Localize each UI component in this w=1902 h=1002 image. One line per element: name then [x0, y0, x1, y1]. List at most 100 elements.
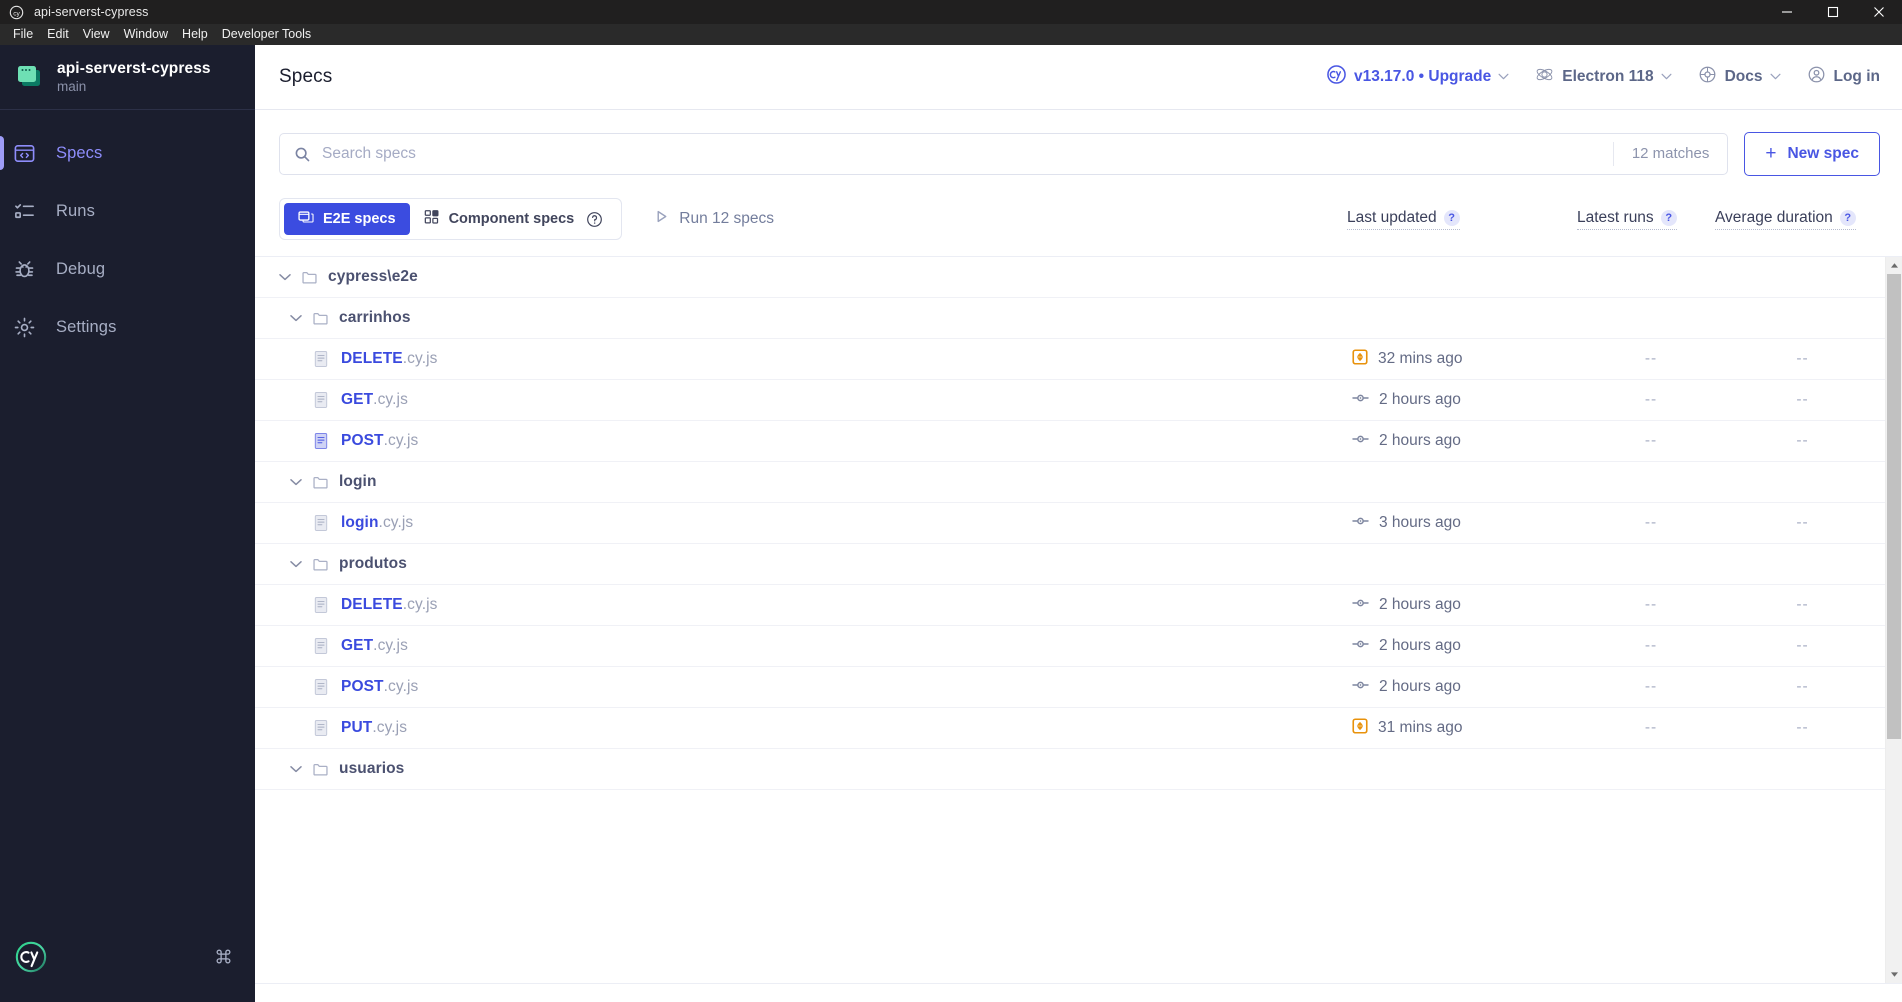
column-last-updated[interactable]: Last updated ?: [1347, 209, 1460, 230]
page-title: Specs: [279, 66, 333, 87]
scrollbar-thumb[interactable]: [1887, 274, 1901, 739]
header-links: v13.17.0 • Upgrade Electron 118 Docs Log…: [1327, 65, 1880, 89]
spec-list-scrollbar[interactable]: [1885, 257, 1902, 983]
menu-window[interactable]: Window: [117, 25, 175, 44]
minimize-button[interactable]: [1764, 0, 1810, 24]
menu-view[interactable]: View: [76, 25, 117, 44]
spec-file-row[interactable]: GET.cy.js 2 hours ago -- --: [255, 626, 1885, 667]
scroll-down-arrow-icon[interactable]: [1886, 966, 1902, 983]
column-average-duration[interactable]: Average duration ?: [1715, 209, 1856, 230]
search-input[interactable]: [311, 145, 1613, 163]
chevron-down-icon[interactable]: [279, 273, 301, 281]
match-count: 12 matches: [1612, 142, 1728, 166]
specs-code-window-icon: [13, 142, 43, 165]
cell-average-duration: --: [1796, 637, 1809, 654]
tab-component-label: Component specs: [448, 211, 575, 227]
column-latest-runs[interactable]: Latest runs ?: [1577, 209, 1677, 230]
cell-last-updated: 2 hours ago: [1352, 596, 1582, 615]
main-panel: Specs v13.17.0 • Upgrade Electron 118 Do…: [255, 45, 1902, 1002]
sidebar-item-settings[interactable]: Settings: [0, 298, 255, 356]
menu-developer-tools[interactable]: Developer Tools: [215, 25, 318, 44]
sidebar-item-specs[interactable]: Specs: [0, 124, 255, 182]
spec-file-row[interactable]: PUT.cy.js 31 mins ago -- --: [255, 708, 1885, 749]
run-all-specs-label: Run 12 specs: [679, 210, 775, 227]
search-field-wrapper[interactable]: 12 matches: [279, 133, 1729, 175]
folder-icon: [312, 310, 329, 327]
spec-file-icon: [313, 514, 329, 532]
maximize-button[interactable]: [1810, 0, 1856, 24]
spec-file-name[interactable]: GET.cy.js: [341, 637, 408, 655]
menu-edit[interactable]: Edit: [40, 25, 76, 44]
spec-file-row[interactable]: POST.cy.js 2 hours ago -- --: [255, 667, 1885, 708]
spec-directory-row[interactable]: cypress\e2e: [255, 257, 1885, 298]
sidebar-item-runs[interactable]: Runs: [0, 182, 255, 240]
login-label: Log in: [1833, 68, 1881, 85]
spec-file-name[interactable]: DELETE.cy.js: [341, 596, 438, 614]
sidebar-nav: Specs Runs Debug Settings: [0, 110, 255, 356]
spec-file-name[interactable]: GET.cy.js: [341, 391, 408, 409]
spec-file-row[interactable]: POST.cy.js 2 hours ago -- --: [255, 421, 1885, 462]
window-titlebar: cy api-serverst-cypress: [0, 0, 1902, 24]
column-headers: Last updated ? Latest runs ? Average dur…: [1347, 209, 1880, 230]
spec-file-row[interactable]: DELETE.cy.js 2 hours ago -- --: [255, 585, 1885, 626]
keyboard-command-icon[interactable]: [214, 947, 233, 971]
runs-list-icon: [13, 200, 43, 223]
chevron-down-icon[interactable]: [290, 314, 312, 322]
window-title: api-serverst-cypress: [34, 5, 149, 19]
component-blocks-icon: [424, 209, 440, 229]
chevron-down-icon[interactable]: [290, 478, 312, 486]
spec-file-name[interactable]: login.cy.js: [341, 514, 413, 532]
close-button[interactable]: [1856, 0, 1902, 24]
chevron-down-icon: [1498, 71, 1509, 83]
last-updated-value: 2 hours ago: [1379, 596, 1461, 613]
chevron-down-icon[interactable]: [290, 765, 312, 773]
spec-file-row[interactable]: DELETE.cy.js 32 mins ago -- --: [255, 339, 1885, 380]
cell-average-duration: --: [1796, 678, 1809, 695]
spec-file-icon: [313, 637, 329, 655]
last-updated-value: 3 hours ago: [1379, 514, 1461, 531]
play-triangle-icon: [654, 209, 669, 229]
cell-latest-runs: --: [1644, 596, 1658, 613]
spec-file-row[interactable]: GET.cy.js 2 hours ago -- --: [255, 380, 1885, 421]
chevron-down-icon[interactable]: [290, 560, 312, 568]
electron-icon: [1535, 65, 1554, 89]
run-all-specs-button[interactable]: Run 12 specs: [654, 209, 774, 229]
last-updated-value: 2 hours ago: [1379, 432, 1461, 449]
version-upgrade-link[interactable]: v13.17.0 • Upgrade: [1327, 65, 1509, 89]
help-circle-icon[interactable]: [586, 211, 603, 228]
main-header: Specs v13.17.0 • Upgrade Electron 118 Do…: [255, 45, 1902, 110]
directory-name: usuarios: [339, 760, 405, 777]
column-average-duration-label: Average duration: [1715, 208, 1833, 226]
help-circle-icon[interactable]: ?: [1839, 209, 1856, 226]
cypress-cy-logo-icon[interactable]: [14, 940, 48, 979]
spec-directory-row[interactable]: usuarios: [255, 749, 1885, 790]
cell-latest-runs: --: [1644, 432, 1658, 449]
help-circle-icon[interactable]: ?: [1660, 209, 1677, 226]
sidebar-item-debug[interactable]: Debug: [0, 240, 255, 298]
cell-average-duration: --: [1796, 350, 1809, 367]
login-button[interactable]: Log in: [1807, 65, 1881, 89]
last-updated-value: 31 mins ago: [1378, 719, 1463, 736]
chevron-down-icon: [1770, 71, 1781, 83]
docs-menu-link[interactable]: Docs: [1698, 65, 1781, 89]
tab-e2e-specs[interactable]: E2E specs: [284, 203, 410, 235]
scroll-up-arrow-icon[interactable]: [1886, 257, 1902, 274]
spec-file-name[interactable]: PUT.cy.js: [341, 719, 407, 737]
spec-file-row[interactable]: login.cy.js 3 hours ago -- --: [255, 503, 1885, 544]
docs-book-icon: [1698, 65, 1717, 89]
menu-help[interactable]: Help: [175, 25, 215, 44]
spec-directory-row[interactable]: carrinhos: [255, 298, 1885, 339]
tab-component-specs[interactable]: Component specs: [410, 203, 618, 235]
spec-directory-row[interactable]: produtos: [255, 544, 1885, 585]
spec-file-name[interactable]: POST.cy.js: [341, 678, 418, 696]
spec-directory-row[interactable]: login: [255, 462, 1885, 503]
help-circle-icon[interactable]: ?: [1443, 209, 1460, 226]
menu-file[interactable]: File: [6, 25, 40, 44]
spec-file-name[interactable]: DELETE.cy.js: [341, 350, 438, 368]
browser-selector-link[interactable]: Electron 118: [1535, 65, 1672, 89]
spec-file-name[interactable]: POST.cy.js: [341, 432, 418, 450]
project-header[interactable]: api-serverst-cypress main: [0, 45, 255, 110]
sidebar-item-label: Debug: [56, 259, 106, 278]
chevron-down-icon: [1661, 71, 1672, 83]
new-spec-button[interactable]: + New spec: [1744, 132, 1880, 176]
